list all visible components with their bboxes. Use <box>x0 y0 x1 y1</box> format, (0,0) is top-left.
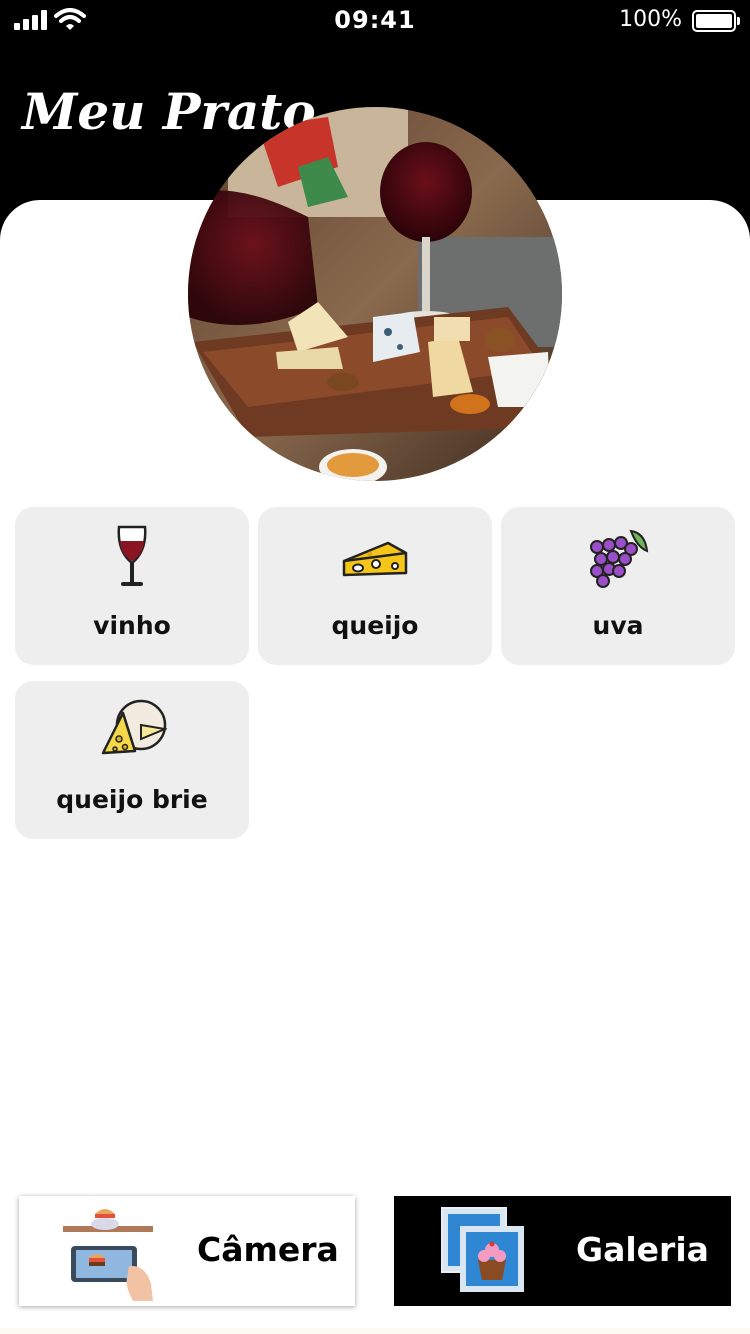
battery-icon <box>692 10 740 32</box>
item-queijo-brie[interactable]: queijo brie <box>15 681 249 839</box>
item-label: uva <box>592 611 644 640</box>
food-photo <box>188 107 562 481</box>
app-title: Meu Prato <box>22 82 316 141</box>
wine-and-cheese-board-photo <box>188 107 562 481</box>
grapes-icon <box>590 529 649 588</box>
item-label: queijo brie <box>56 785 208 814</box>
battery-percentage: 100% <box>619 7 682 32</box>
status-bar: 09:41 100% <box>0 0 750 40</box>
home-indicator-area <box>0 1328 750 1334</box>
item-label: queijo <box>331 611 419 640</box>
camera-label: Câmera <box>197 1230 339 1269</box>
gallery-icon <box>441 1207 524 1292</box>
cheese-icon <box>342 541 408 577</box>
bottom-actions: Câmera Galeria <box>0 1192 750 1334</box>
gallery-button[interactable]: Galeria <box>394 1196 731 1306</box>
camera-food-icon <box>63 1209 153 1301</box>
item-vinho[interactable]: vinho <box>15 507 249 665</box>
wine-glass-icon <box>117 525 147 586</box>
brie-cheese-icon <box>101 699 167 755</box>
camera-button[interactable]: Câmera <box>19 1196 355 1306</box>
item-label: vinho <box>93 611 171 640</box>
gallery-label: Galeria <box>576 1230 709 1269</box>
item-uva[interactable]: uva <box>501 507 735 665</box>
item-queijo[interactable]: queijo <box>258 507 492 665</box>
